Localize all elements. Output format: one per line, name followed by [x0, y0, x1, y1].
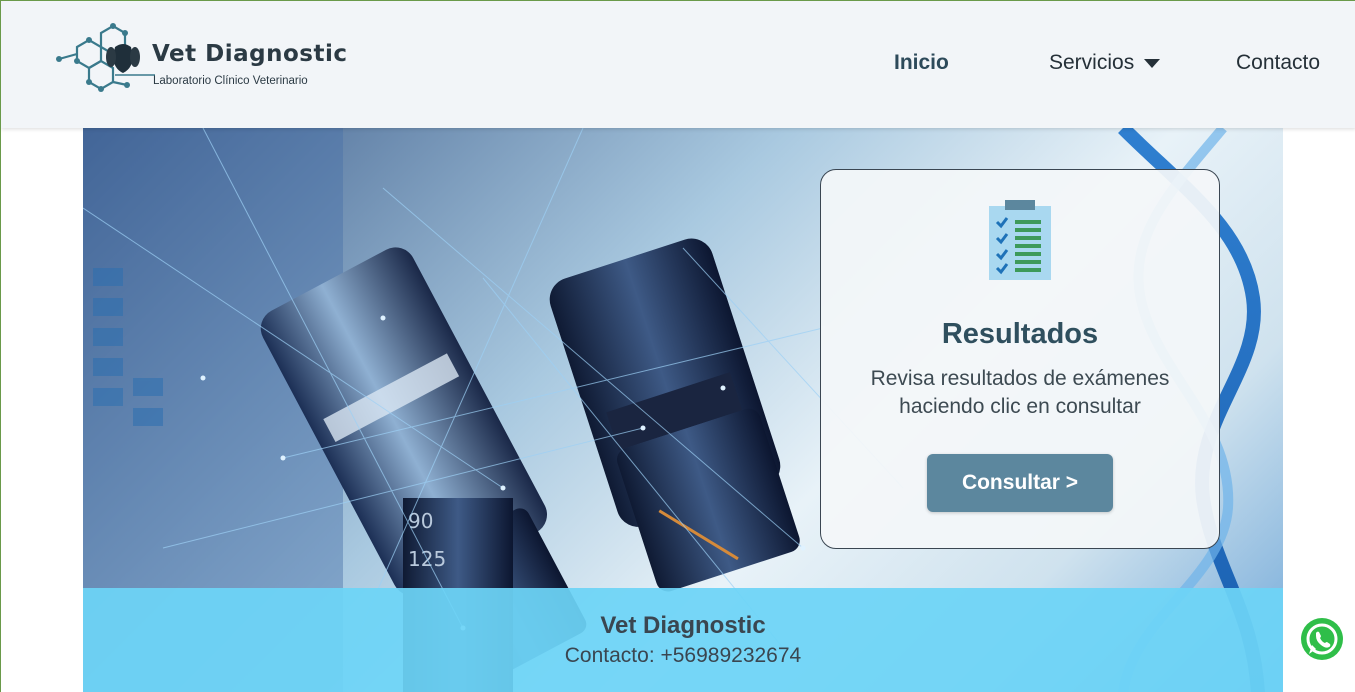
card-description: Revisa resultados de exámenes haciendo c…: [870, 367, 1170, 418]
consultar-button[interactable]: Consultar >: [927, 454, 1113, 512]
footer-contact: Contacto: +56989232674: [564, 644, 802, 667]
nav-item-inicio[interactable]: Inicio: [894, 51, 949, 75]
card-title: Resultados: [941, 318, 1099, 350]
site-header: Vet Diagnostic Laboratorio Clínico Veter…: [1, 1, 1355, 128]
contact-band: Vet Diagnostic Contacto: +56989232674: [83, 588, 1283, 692]
page: Vet Diagnostic Laboratorio Clínico Veter…: [0, 0, 1355, 692]
nav-item-servicios[interactable]: Servicios: [1049, 51, 1161, 75]
logo[interactable]: Vet Diagnostic Laboratorio Clínico Veter…: [55, 21, 347, 93]
whatsapp-icon: [1306, 623, 1338, 655]
whatsapp-button[interactable]: [1301, 618, 1343, 660]
caret-down-icon: [1144, 58, 1161, 68]
molecule-dog-icon: [56, 23, 155, 92]
brand-name: Vet Diagnostic: [152, 41, 348, 67]
hero-banner: 90 125: [83, 128, 1283, 692]
clipboard-checklist-icon: [989, 200, 1051, 280]
brand-tagline: Laboratorio Clínico Veterinario: [153, 75, 308, 87]
results-card: Resultados Revisa resultados de exámenes…: [820, 169, 1220, 549]
nav-item-contacto[interactable]: Contacto: [1236, 51, 1320, 75]
nav-item-servicios-label: Servicios: [1049, 51, 1135, 74]
footer-title: Vet Diagnostic: [600, 612, 766, 639]
